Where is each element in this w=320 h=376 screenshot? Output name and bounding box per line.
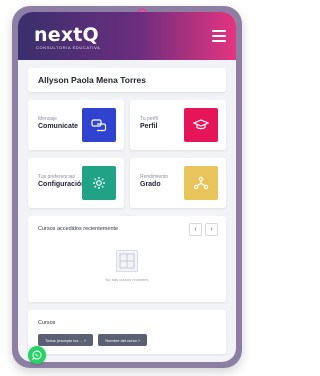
empty-courses-icon <box>116 250 138 272</box>
next-button[interactable]: › <box>205 223 218 236</box>
filter-dropdown-all[interactable]: Todos (excepto los ... ˅ <box>38 334 94 346</box>
card-subtitle: Mensaje <box>38 116 57 122</box>
gear-icon <box>82 166 116 200</box>
course-filters: Todos (excepto los ... ˅ Nombre del curs… <box>38 334 148 346</box>
empty-courses-text: No hay cursos recientes <box>105 277 149 282</box>
logo-subtitle: CONSULTORIA EDUCATIVA <box>36 45 101 50</box>
courses-panel: Cursos Todos (excepto los ... ˅ Nombre d… <box>28 310 226 354</box>
card-title: Perfil <box>140 123 158 130</box>
recent-courses-panel: Cursos accedidos recientemente ‹ › No ha… <box>28 216 226 302</box>
card-subtitle: Tus preferencias <box>38 174 76 180</box>
prev-button[interactable]: ‹ <box>189 223 202 236</box>
card-grado[interactable]: Rendimiento Grado <box>130 158 226 208</box>
sort-dropdown-name[interactable]: Nombre del curso ˅ <box>98 334 148 346</box>
card-comunicate[interactable]: Mensaje Comunicate <box>28 100 124 150</box>
network-icon <box>184 166 218 200</box>
card-perfil[interactable]: Tu perfil Perfil <box>130 100 226 150</box>
hamburger-menu-icon[interactable] <box>212 30 226 42</box>
logo[interactable]: nextQ <box>34 24 99 46</box>
carousel-controls: ‹ › <box>189 223 218 236</box>
dashboard-content: Allyson Paola Mena Torres Mensaje Comuni… <box>18 60 236 362</box>
card-configuracion[interactable]: Tus preferencias Configuración <box>28 158 124 208</box>
quick-access-grid: Mensaje Comunicate Tu perfil Perfil Tus … <box>28 100 226 208</box>
card-title: Comunicate <box>38 123 79 130</box>
card-subtitle: Tu perfil <box>140 116 158 122</box>
whatsapp-icon[interactable] <box>28 346 46 364</box>
tablet-frame: nextQ CONSULTORIA EDUCATIVA Allyson Paol… <box>12 6 242 368</box>
card-title: Configuración <box>38 181 86 188</box>
screen: nextQ CONSULTORIA EDUCATIVA Allyson Paol… <box>18 12 236 362</box>
app-header: nextQ CONSULTORIA EDUCATIVA <box>18 12 236 60</box>
courses-title: Cursos <box>38 320 56 326</box>
recent-courses-title: Cursos accedidos recientemente <box>38 226 119 232</box>
card-subtitle: Rendimiento <box>140 174 169 180</box>
card-title: Grado <box>140 181 161 188</box>
chat-icon <box>82 108 116 142</box>
user-name-bar: Allyson Paola Mena Torres <box>28 68 226 92</box>
graduation-cap-icon <box>184 108 218 142</box>
